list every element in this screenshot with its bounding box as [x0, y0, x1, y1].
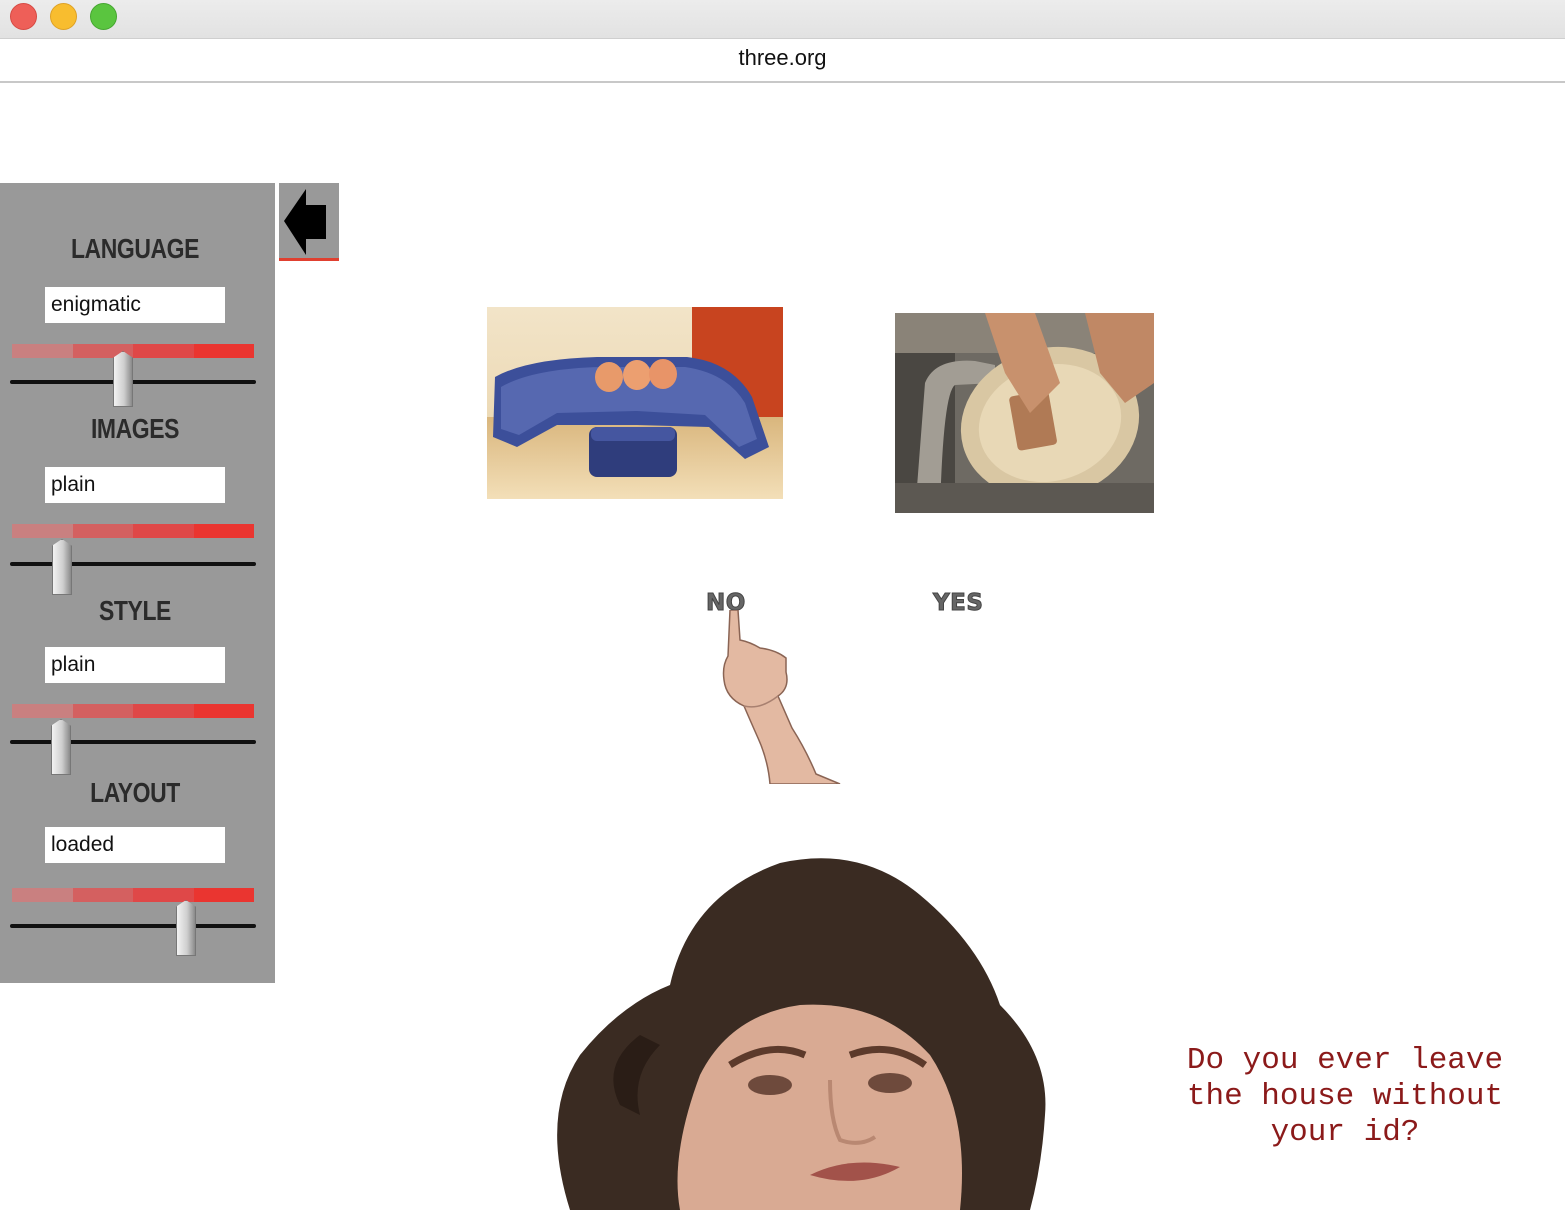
style-scale [12, 704, 254, 718]
woman-face-image [530, 855, 1065, 1210]
layout-label: LAYOUT [90, 777, 180, 808]
pointing-hand-image [720, 610, 842, 784]
yes-option[interactable]: YES [932, 590, 983, 617]
style-label: STYLE [99, 595, 171, 626]
language-slider-track[interactable] [10, 380, 256, 384]
style-slider-thumb[interactable] [51, 719, 71, 775]
question-text: Do you ever leave the house without your… [1186, 1043, 1504, 1150]
layout-slider-thumb[interactable] [176, 900, 196, 956]
images-value[interactable]: plain [45, 467, 225, 503]
style-value[interactable]: plain [45, 647, 225, 683]
layout-slider-track[interactable] [10, 924, 256, 928]
zoom-window-button[interactable] [90, 3, 117, 30]
language-label: LANGUAGE [70, 233, 200, 264]
window-titlebar [0, 0, 1565, 39]
left-arrow-icon [284, 189, 326, 255]
blue-sofa-photo [487, 307, 783, 499]
settings-panel: LANGUAGE enigmatic IMAGES plain STYLE pl… [0, 183, 275, 983]
minimize-window-button[interactable] [50, 3, 77, 30]
dishwashing-image[interactable] [895, 313, 1154, 513]
language-scale [12, 344, 254, 358]
url-text: three.org [738, 45, 827, 70]
language-slider-thumb[interactable] [113, 351, 133, 407]
close-window-button[interactable] [10, 3, 37, 30]
pointing-hand [722, 610, 841, 784]
images-label: IMAGES [90, 413, 180, 444]
layout-scale [12, 888, 254, 902]
address-bar[interactable]: three.org [0, 39, 1565, 83]
style-slider-track[interactable] [10, 740, 256, 744]
images-slider-thumb[interactable] [52, 539, 72, 595]
language-value[interactable]: enigmatic [45, 287, 225, 323]
back-button[interactable] [279, 183, 339, 261]
dishwashing-photo [895, 313, 1154, 513]
layout-value[interactable]: loaded [45, 827, 225, 863]
sofa-image[interactable] [487, 307, 783, 499]
images-scale [12, 524, 254, 538]
woman-face-looking-up [557, 858, 1046, 1210]
images-slider-track[interactable] [10, 562, 256, 566]
